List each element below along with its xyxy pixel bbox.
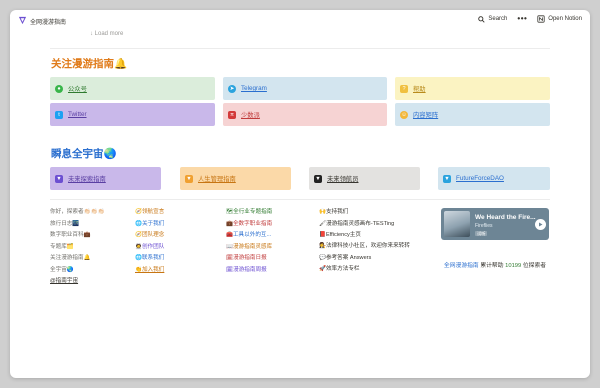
open-notion-label: Open Notion xyxy=(548,16,582,22)
button-label: FutureForceDAO xyxy=(456,175,504,182)
top-bar: 全网漫游指南 Search ••• Open Notion xyxy=(10,10,590,32)
footer-link[interactable]: 📖漫游指南灵感库 xyxy=(226,242,272,254)
button-help[interactable]: ? 帮助 xyxy=(395,77,550,100)
divider xyxy=(50,199,550,200)
footer-column-support: 🙌支持我们 🖌漫游指南灵感画布-TESTing 📕Efficiency主页 👩‍… xyxy=(319,207,429,276)
workspace-logo-icon[interactable] xyxy=(18,16,27,25)
track-title: We Heard the Fire... xyxy=(475,214,536,221)
open-notion-button[interactable]: Open Notion xyxy=(537,15,582,23)
v-logo-icon: ▼ xyxy=(55,174,63,183)
matrix-icon: ☺ xyxy=(400,110,408,119)
footer-link[interactable]: 👏加入我们 xyxy=(135,265,164,277)
wechat-icon: ● xyxy=(55,84,63,93)
telegram-icon: ➤ xyxy=(228,84,236,93)
button-futureforcedao[interactable]: ▼ FutureForceDAO xyxy=(438,167,550,190)
footer-link[interactable]: 全宇宙🌏 xyxy=(50,265,104,277)
footer-link[interactable]: 🗺全行业专题指南 xyxy=(226,207,272,219)
footer-link[interactable]: 🧭团队理念 xyxy=(135,230,164,242)
button-label: 内容矩阵 xyxy=(413,112,439,119)
footer-link[interactable]: 数字职业百科💼 xyxy=(50,230,104,242)
footer-link[interactable]: 你好，探索者👏🏻👏🏻👏🏻 xyxy=(50,207,104,219)
button-label: 人生管理指南 xyxy=(198,176,236,183)
footer-link[interactable]: 🧑‍🚀创作团队 xyxy=(135,242,164,254)
button-label: Twitter xyxy=(68,111,87,118)
album-cover xyxy=(444,211,470,237)
button-sspai[interactable]: π 少数派 xyxy=(223,103,387,126)
footer-link[interactable]: 🌐联系我们 xyxy=(135,253,164,265)
footer-link[interactable]: 🗓漫游指南周报 xyxy=(226,265,272,277)
footer-column-nav: 你好，探索者👏🏻👏🏻👏🏻 旅行日志🌃 数字职业百科💼 专题库🗂️ 关注漫游指南🔔… xyxy=(50,207,104,288)
footer-link[interactable]: 💼全数字职业指南 xyxy=(226,219,272,231)
button-label: Telegram xyxy=(241,85,267,92)
button-telegram[interactable]: ➤ Telegram xyxy=(223,77,387,100)
footer-link[interactable]: 旅行日志🌃 xyxy=(50,219,104,231)
sspai-icon: π xyxy=(228,110,236,119)
more-options-button[interactable]: ••• xyxy=(517,15,527,23)
search-icon xyxy=(478,15,485,23)
button-label: 帮助 xyxy=(413,86,426,93)
notion-logo-icon xyxy=(537,15,545,23)
footer-link[interactable]: 👩‍⚖️法律科技小社区，欢迎你来来转转 xyxy=(319,242,429,251)
button-twitter[interactable]: t Twitter xyxy=(50,103,215,126)
stat-text-after: 位探索者 xyxy=(521,263,547,269)
footer-link[interactable]: 📕Efficiency主页 xyxy=(319,230,429,242)
search-button[interactable]: Search xyxy=(478,15,508,23)
footer-link[interactable]: 🚀效率方法专栏 xyxy=(319,264,429,276)
music-player-card[interactable]: We Heard the Fire... Fireflies 试听 xyxy=(441,208,549,240)
button-label: 未来探索指南 xyxy=(68,176,106,183)
footer-link[interactable]: 🖌漫游指南灵感画布-TESTing xyxy=(319,219,429,231)
stat-count: 10199 xyxy=(505,263,522,269)
section-heading-follow: 关注漫游指南🔔 xyxy=(51,58,128,70)
play-button[interactable] xyxy=(535,219,546,230)
explorer-count: 全网漫游指南 累计帮助 10199 位探索者 xyxy=(441,262,549,271)
v-logo-icon: ▼ xyxy=(185,174,193,183)
footer-column-guides: 🗺全行业专题指南 💼全数字职业指南 🧰工具以外的互... 📖漫游指南灵感库 🗓漫… xyxy=(226,207,272,276)
footer-link[interactable]: 🌐关于我们 xyxy=(135,219,164,231)
play-icon xyxy=(539,222,543,227)
section-heading-universe: 瞬息全宇宙🌏 xyxy=(51,148,117,160)
help-icon: ? xyxy=(400,84,408,93)
footer-link[interactable]: 💬参考答案 Answers xyxy=(319,253,429,265)
button-life-manage[interactable]: ▼ 人生管理指南 xyxy=(180,167,291,190)
footer-column-about: 🧭领航宣言 🌐关于我们 🧭团队理念 🧑‍🚀创作团队 🌐联系我们 👏加入我们 xyxy=(135,207,164,276)
v-logo-icon: ▼ xyxy=(314,174,322,183)
stat-text-before: 累计帮助 xyxy=(478,263,506,269)
footer-link[interactable]: 专题库🗂️ xyxy=(50,242,104,254)
search-label: Search xyxy=(488,16,508,22)
footer-link[interactable]: @指南宇宙 xyxy=(50,276,104,288)
button-future-explore[interactable]: ▼ 未来探索指南 xyxy=(50,167,161,190)
divider xyxy=(50,48,550,49)
stat-brand[interactable]: 全网漫游指南 xyxy=(444,263,479,269)
footer-link[interactable]: 🙌支持我们 xyxy=(319,207,429,219)
topbar-actions: Search ••• Open Notion xyxy=(478,15,582,23)
preview-badge: 试听 xyxy=(475,231,488,236)
footer-link[interactable]: 🗓漫游指南日报 xyxy=(226,253,272,265)
button-wechat[interactable]: ● 公众号 xyxy=(50,77,215,100)
twitter-icon: t xyxy=(55,110,63,119)
load-more-link[interactable]: ↓ Load more xyxy=(90,31,123,37)
button-label: 未来领航员 xyxy=(327,176,359,183)
notion-window: 全网漫游指南 Search ••• Open Notion ↓ Load mor… xyxy=(10,10,590,378)
footer-link[interactable]: 🧰工具以外的互... xyxy=(226,230,272,242)
button-label: 公众号 xyxy=(68,86,87,93)
button-content-matrix[interactable]: ☺ 内容矩阵 xyxy=(395,103,550,126)
v-logo-icon: ▼ xyxy=(443,174,451,183)
footer-link[interactable]: 🧭领航宣言 xyxy=(135,207,164,219)
track-artist: Fireflies xyxy=(475,223,493,229)
workspace-title[interactable]: 全网漫游指南 xyxy=(30,17,66,26)
footer-link[interactable]: 关注漫游指南🔔 xyxy=(50,253,104,265)
button-label: 少数派 xyxy=(241,112,260,119)
button-future-navigator[interactable]: ▼ 未来领航员 xyxy=(309,167,420,190)
